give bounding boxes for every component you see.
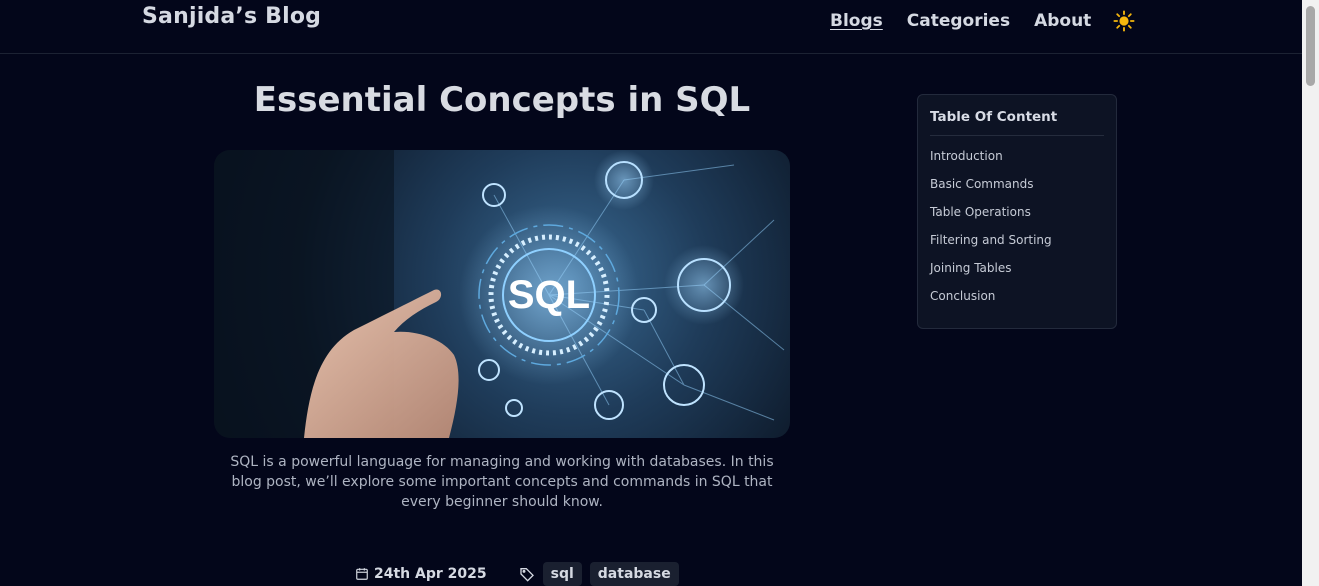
toc-item-filtering-sorting[interactable]: Filtering and Sorting xyxy=(930,232,1104,260)
nav-link-about[interactable]: About xyxy=(1034,11,1091,31)
post-title: Essential Concepts in SQL xyxy=(253,80,751,120)
hero-image: SQL xyxy=(214,150,790,438)
toc-item-conclusion[interactable]: Conclusion xyxy=(930,288,1104,316)
scrollbar-thumb[interactable] xyxy=(1306,6,1315,86)
toc-heading: Table Of Content xyxy=(930,109,1104,136)
post-date-text: 24th Apr 2025 xyxy=(374,566,487,582)
tag-chip-sql[interactable]: sql xyxy=(542,562,582,586)
sun-icon[interactable] xyxy=(1113,10,1135,32)
post-meta: 24th Apr 2025 sql database xyxy=(355,562,687,586)
table-of-content: Table Of Content Introduction Basic Comm… xyxy=(917,94,1117,329)
toc-item-basic-commands[interactable]: Basic Commands xyxy=(930,176,1104,204)
tag-chip-database[interactable]: database xyxy=(589,562,679,586)
tag-icon xyxy=(519,566,535,582)
post-description: SQL is a powerful language for managing … xyxy=(230,454,774,510)
main-nav: Blogs Categories About xyxy=(830,10,1135,32)
nav-link-blogs[interactable]: Blogs xyxy=(830,11,883,31)
top-navbar: Sanjida’s Blog Blogs Categories About xyxy=(0,0,1302,54)
hero-sql-label: SQL xyxy=(508,273,590,317)
post-date: 24th Apr 2025 xyxy=(355,566,487,582)
site-brand[interactable]: Sanjida’s Blog xyxy=(142,4,321,29)
toc-item-table-operations[interactable]: Table Operations xyxy=(930,204,1104,232)
page-scrollbar[interactable] xyxy=(1302,0,1319,586)
toc-list: Introduction Basic Commands Table Operat… xyxy=(930,148,1104,316)
toc-item-introduction[interactable]: Introduction xyxy=(930,148,1104,176)
calendar-icon xyxy=(356,568,368,580)
nav-link-categories[interactable]: Categories xyxy=(907,11,1010,31)
toc-item-joining-tables[interactable]: Joining Tables xyxy=(930,260,1104,288)
